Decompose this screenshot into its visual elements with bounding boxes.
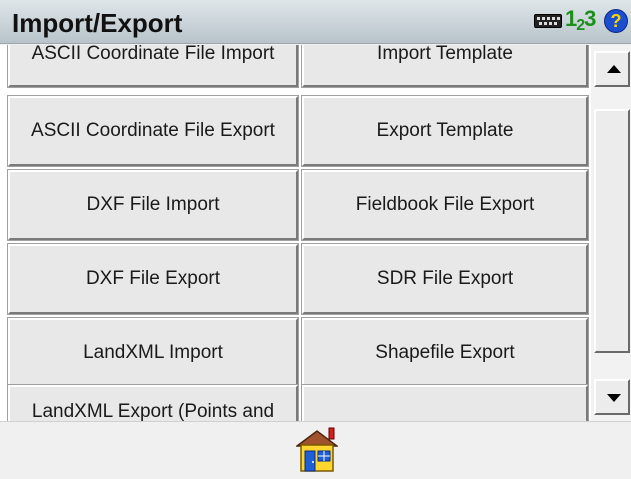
title-bar: Import/Export 123 ? — [0, 0, 631, 44]
window-title: Import/Export — [12, 8, 183, 38]
ascii-import-button[interactable]: ASCII Coordinate File Import — [7, 45, 299, 88]
up-arrow-icon — [607, 65, 621, 73]
button-grid: ASCII Coordinate File Import Import Temp… — [0, 45, 631, 421]
help-icon[interactable]: ? — [604, 9, 628, 33]
numeric-input-icon[interactable]: 123 — [565, 6, 596, 35]
fieldbook-export-button[interactable]: Fieldbook File Export — [301, 169, 589, 241]
scroll-down-button[interactable] — [594, 379, 630, 415]
scroll-thumb[interactable] — [594, 109, 630, 353]
keyboard-icon[interactable] — [534, 14, 562, 28]
landxml-export-button[interactable]: LandXML Export (Points and — [7, 384, 299, 421]
scroll-up-button[interactable] — [594, 51, 630, 87]
shapefile-export-button[interactable]: Shapefile Export — [301, 317, 589, 389]
dxf-export-button[interactable]: DXF File Export — [7, 243, 299, 315]
dxf-import-button[interactable]: DXF File Import — [7, 169, 299, 241]
landxml-import-button[interactable]: LandXML Import — [7, 317, 299, 389]
home-icon[interactable] — [294, 426, 340, 474]
export-template-button[interactable]: Export Template — [301, 95, 589, 167]
import-template-button[interactable]: Import Template — [301, 45, 589, 88]
vertical-scrollbar[interactable] — [591, 45, 631, 421]
bottom-bar — [0, 421, 631, 478]
down-arrow-icon — [607, 394, 621, 402]
empty-button[interactable] — [301, 384, 589, 421]
ascii-export-button[interactable]: ASCII Coordinate File Export — [7, 95, 299, 167]
sdr-export-button[interactable]: SDR File Export — [301, 243, 589, 315]
